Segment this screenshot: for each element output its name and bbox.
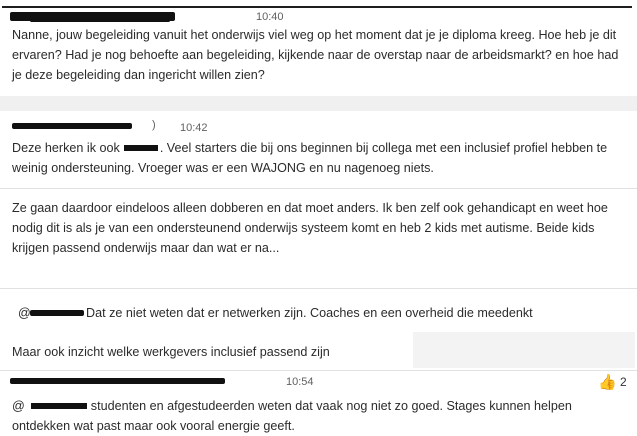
redacted-author-name [10,378,225,384]
message-prefix: Deze herken ik ook [12,141,120,155]
separator [0,188,637,189]
reaction-badge[interactable]: 👍 2 [598,373,630,393]
message-timestamp: 10:42 [180,122,208,134]
message-timestamp: 10:40 [256,11,284,23]
separator [0,370,637,371]
redacted-mention [123,144,158,151]
followup-text: Dat ze niet weten dat er netwerken zijn.… [86,306,533,320]
followup-message[interactable]: Ze gaan daardoor eindeloos alleen dobber… [12,198,624,258]
message-3[interactable]: 10:54 👍 2 @ studenten en afgestudeerden w… [0,372,637,435]
message-text: Nanne, jouw begeleiding vanuit het onder… [12,28,619,82]
redacted-mention [30,402,87,409]
separator [0,288,637,289]
followup-message[interactable]: @ Dat ze niet weten dat er netwerken zij… [18,303,633,323]
message-text: @ studenten en afgestudeerden weten dat v… [12,396,624,436]
redacted-author-suffix: ) [152,119,156,131]
message-body: studenten en afgestudeerden weten dat va… [12,399,572,433]
redacted-mention [30,310,84,316]
message-separator-band [0,96,637,111]
message-timestamp: 10:54 [286,376,314,388]
message-1[interactable]: 10:40 Nanne, jouw begeleiding vanuit het… [0,8,637,96]
message-2[interactable]: ) 10:42 Deze herken ik ook. Veel starter… [0,111,637,186]
followup-message[interactable]: Maar ook inzicht welke werkgevers inclus… [12,342,330,362]
redacted-author-name [12,123,132,129]
redacted-author-name [30,19,170,22]
mention-at: @ [18,306,31,320]
message-text: Deze herken ik ook. Veel starters die bi… [12,138,624,178]
mention-at: @ [12,399,25,413]
reply-box[interactable] [413,332,635,368]
thumbs-up-icon: 👍 [598,374,617,391]
reaction-count: 2 [620,375,627,389]
